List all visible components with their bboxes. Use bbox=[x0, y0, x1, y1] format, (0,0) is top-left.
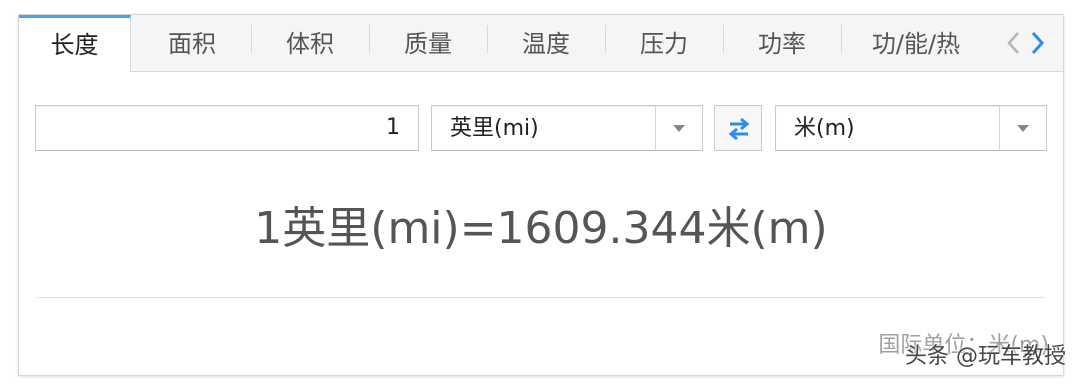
divider bbox=[37, 297, 1045, 298]
tab-area-label: 面积 bbox=[168, 30, 216, 58]
tab-power[interactable]: 功率 bbox=[723, 15, 841, 71]
conversion-result: 1英里(mi)=1609.344米(m) bbox=[254, 203, 828, 254]
swap-units-button[interactable] bbox=[714, 105, 762, 151]
unit-converter-card: 长度 面积 体积 质量 温度 压力 功率 功/能/热 1 英里(mi) 米(m)… bbox=[18, 14, 1064, 376]
to-unit-dropdown-arrow[interactable] bbox=[999, 106, 1046, 150]
tab-volume-label: 体积 bbox=[286, 30, 334, 58]
value-input[interactable]: 1 bbox=[35, 105, 419, 151]
tab-power-label: 功率 bbox=[758, 30, 806, 58]
tab-mass-label: 质量 bbox=[404, 30, 452, 58]
from-unit-select[interactable]: 英里(mi) bbox=[431, 105, 703, 151]
chevron-left-icon[interactable] bbox=[1003, 27, 1025, 59]
from-unit-dropdown-arrow[interactable] bbox=[655, 106, 702, 150]
category-tab-bar: 长度 面积 体积 质量 温度 压力 功率 功/能/热 bbox=[19, 15, 1063, 72]
tab-pressure-label: 压力 bbox=[640, 30, 688, 58]
chevron-down-icon bbox=[673, 125, 685, 132]
watermark: 头条 @玩车教授 bbox=[905, 344, 1066, 369]
tab-temperature-label: 温度 bbox=[522, 30, 570, 58]
tab-area[interactable]: 面积 bbox=[133, 15, 251, 71]
from-unit-value: 英里(mi) bbox=[450, 116, 539, 141]
tab-work-energy-heat-label: 功/能/热 bbox=[871, 30, 961, 58]
tab-volume[interactable]: 体积 bbox=[251, 15, 369, 71]
tab-pressure[interactable]: 压力 bbox=[605, 15, 723, 71]
chevron-right-icon[interactable] bbox=[1027, 27, 1049, 59]
tab-mass[interactable]: 质量 bbox=[369, 15, 487, 71]
tab-work-energy-heat[interactable]: 功/能/热 bbox=[841, 15, 991, 71]
chevron-down-icon bbox=[1017, 125, 1029, 132]
to-unit-value: 米(m) bbox=[794, 116, 855, 141]
tab-length[interactable]: 长度 bbox=[19, 15, 131, 72]
tab-length-label: 长度 bbox=[50, 31, 99, 59]
to-unit-select[interactable]: 米(m) bbox=[775, 105, 1047, 151]
swap-arrows-icon bbox=[728, 117, 750, 141]
tab-temperature[interactable]: 温度 bbox=[487, 15, 605, 71]
